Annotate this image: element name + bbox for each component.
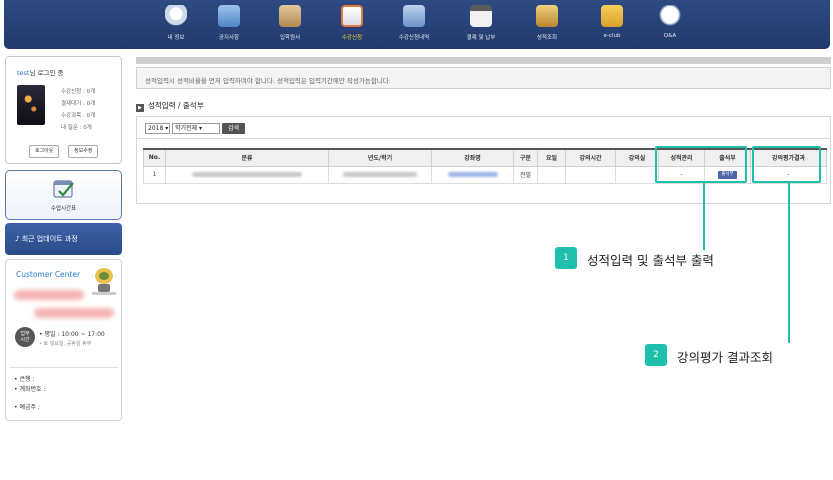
customer-center: Customer Center 업무 시간 • 평일 : 10:00 ~ 17:0… [5, 259, 122, 421]
year-value: 2018 [148, 125, 164, 132]
divider [10, 367, 118, 368]
blurred-category [192, 172, 302, 177]
stat-registrations: 수강신청 : 0개 [61, 89, 96, 95]
login-panel: test님 로그인 중 수강신청 : 0개 결제대기 : 0개 수강과목 : 0… [5, 56, 122, 164]
calendar-check-icon [52, 180, 74, 198]
history-icon [403, 5, 425, 27]
notice-icon [218, 5, 240, 27]
account-number-label: • 계좌번호 : [14, 386, 46, 393]
callout-line-1 [703, 183, 705, 250]
calendar-icon [470, 5, 492, 27]
nav-item-payment[interactable]: 결제 및 납부 [449, 5, 513, 41]
arrow-right-icon: ▶ [136, 104, 144, 112]
top-navigation: 내 정보 공지사항 입학원서 수강신청 수강신청내역 결제 및 납부 성적조회 … [4, 0, 830, 49]
col-header-room: 강의실 [615, 148, 659, 167]
cell-category [165, 165, 329, 184]
cell-day [537, 165, 566, 184]
plant-icon [92, 268, 116, 295]
term-value: 학기전체 [175, 125, 198, 132]
col-header-no: No. [143, 148, 166, 167]
callout-2-text: 강의평가 결과조회 [677, 350, 773, 365]
nav-item-notice[interactable]: 공지사항 [197, 5, 261, 41]
cell-type: 전필 [513, 165, 538, 184]
callout-1-text: 성적입력 및 출석부 출력 [587, 253, 714, 268]
recent-updates-button[interactable]: ♪ 최근 업데이트 과정 [5, 223, 122, 255]
nav-item-grades[interactable]: 성적조회 [515, 5, 579, 41]
col-header-course: 강좌명 [431, 148, 514, 167]
user-icon [165, 5, 187, 27]
stat-payment-pending: 결제대기 : 0개 [61, 101, 96, 107]
col-header-day: 요일 [537, 148, 566, 167]
hours-badge: 업무 시간 [15, 327, 35, 347]
blurred-course-link[interactable] [447, 172, 498, 177]
login-username: test [17, 69, 30, 77]
callout-1-number: 1 [555, 247, 577, 269]
section-title: ▶ 성적입력 / 출석부 [136, 100, 204, 112]
account-holder-label: • 예금주 : [14, 404, 40, 411]
section-title-text: 성적입력 / 출석부 [148, 101, 204, 110]
application-icon [279, 5, 301, 27]
col-header-year-term: 년도/학기 [328, 148, 432, 167]
col-header-type: 구분 [513, 148, 538, 167]
col-header-category: 분류 [165, 148, 329, 167]
col-header-time: 강의시간 [565, 148, 616, 167]
closed-days: • 토 일요일, 공휴일 휴무 [39, 341, 92, 347]
cell-room [615, 165, 659, 184]
highlight-evaluation [752, 146, 821, 183]
nav-item-registration[interactable]: 수강신청 [320, 5, 384, 41]
edit-profile-button[interactable]: 정보수정 [68, 145, 99, 158]
bank-label: • 은행 : [14, 376, 35, 383]
nav-item-registration-history[interactable]: 수강신청내역 [382, 5, 446, 41]
cell-time [565, 165, 616, 184]
recent-updates-label: ♪ 최근 업데이트 과정 [15, 235, 78, 243]
nav-item-application[interactable]: 입학원서 [258, 5, 322, 41]
customer-center-title: Customer Center [16, 270, 81, 279]
main-top-bar [136, 57, 831, 64]
blurred-phone-number [14, 290, 84, 300]
login-stats: 수강신청 : 0개 결제대기 : 0개 수강과목 : 0개 내 질문 : 0개 [61, 86, 121, 134]
stat-courses: 수강과목 : 0개 [61, 113, 96, 119]
callout-2-number: 2 [645, 344, 667, 366]
blurred-year-term [343, 172, 417, 177]
cell-year-term [328, 165, 432, 184]
folder-icon [601, 5, 623, 27]
logout-button[interactable]: 로그아웃 [29, 145, 60, 158]
grade-icon [536, 5, 558, 27]
year-select[interactable]: 2018 ▾ [145, 123, 170, 134]
filter-divider [137, 138, 830, 139]
recent-updates-text: 최근 업데이트 과정 [21, 235, 78, 243]
user-photo [17, 85, 45, 125]
schedule-button[interactable]: 수업시간표 [5, 170, 122, 220]
search-button[interactable]: 검색 [222, 123, 245, 134]
nav-item-eclub[interactable]: e-club [580, 5, 644, 39]
highlight-grade-attendance [655, 146, 747, 183]
cell-course[interactable] [431, 165, 514, 184]
nav-item-qna[interactable]: Q&A [638, 5, 702, 39]
chat-icon [659, 5, 681, 27]
blurred-fax-number [34, 308, 114, 318]
schedule-label: 수업시간표 [50, 206, 77, 212]
callout-line-2 [788, 183, 790, 343]
login-title-suffix: 님 로그인 중 [29, 69, 64, 77]
stat-my-questions: 내 질문 : 0개 [61, 125, 92, 131]
login-status: test님 로그인 중 [17, 67, 64, 77]
business-hours: • 평일 : 10:00 ~ 17:00 [39, 331, 105, 338]
cell-no: 1 [143, 165, 166, 184]
term-select[interactable]: 학기전체 ▾ [172, 123, 220, 134]
notice-banner: 성적입력시 성적비율을 먼저 입력하여야 합니다. 성적입력은 입력기간에만 작… [136, 67, 831, 89]
registration-icon [341, 5, 363, 27]
